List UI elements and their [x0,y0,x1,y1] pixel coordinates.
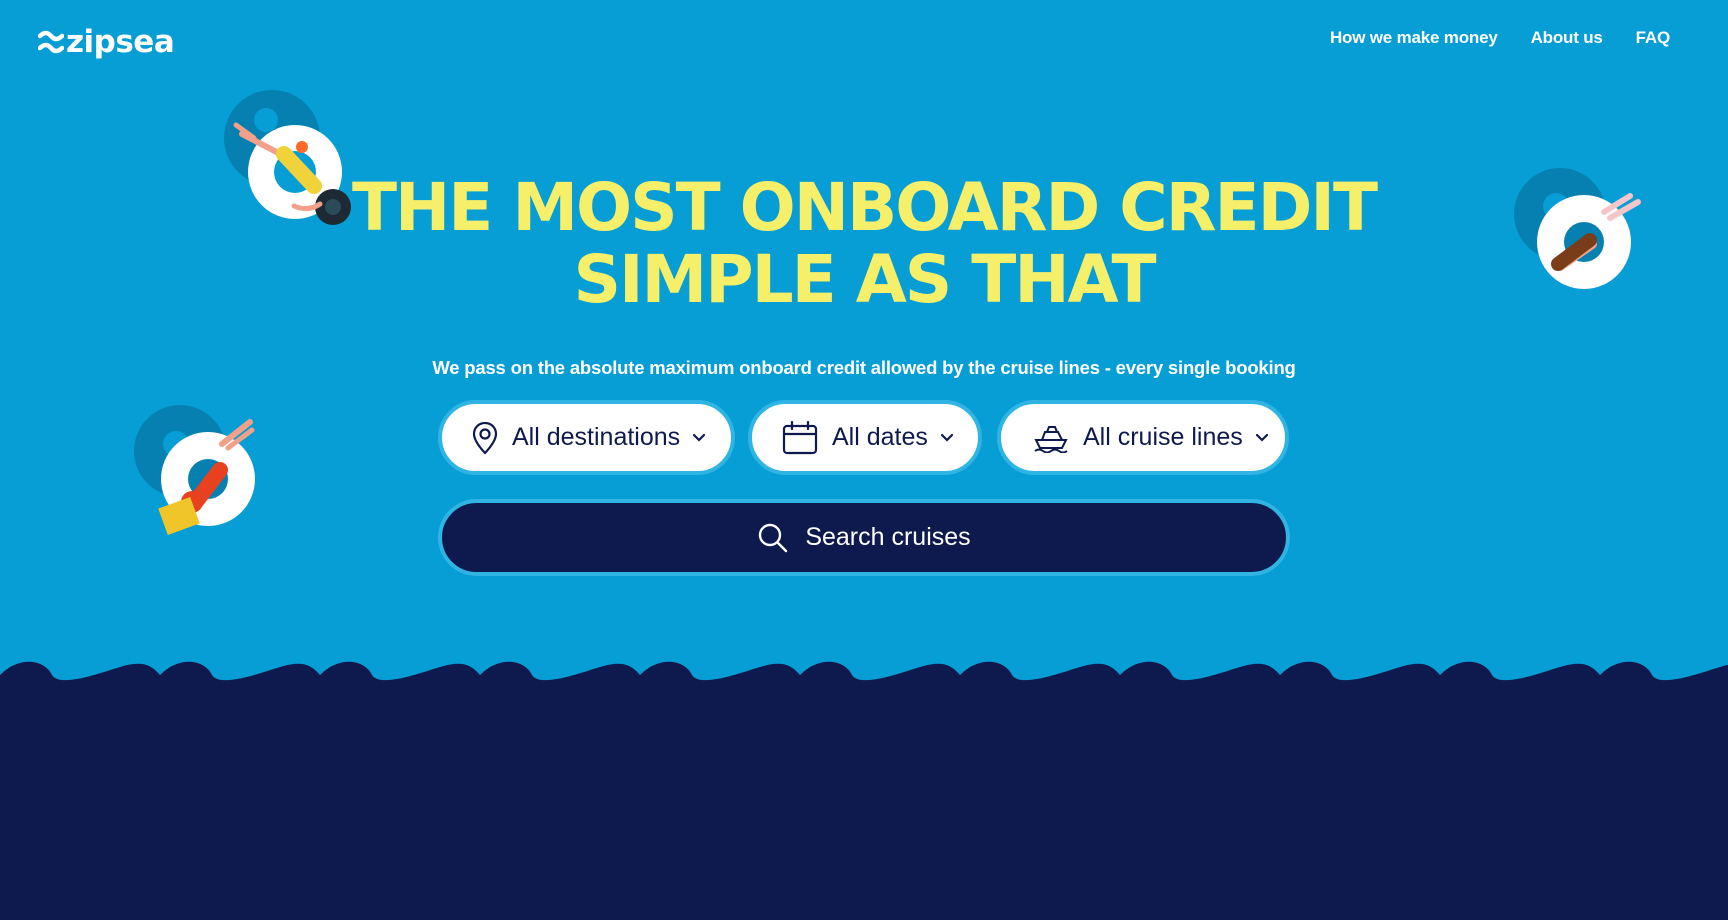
cruise-lines-filter[interactable]: All cruise lines [997,400,1289,475]
ship-icon [1034,425,1068,453]
chevron-down-icon [693,433,706,442]
ocean-wave [0,661,1728,920]
destination-filter-label: All destinations [512,423,681,451]
cruise-lines-filter-label: All cruise lines [1083,423,1243,451]
reader-ring-illustration [134,405,255,535]
nav-how-we-make-money[interactable]: How we make money [1330,28,1498,48]
hero-headline: THE MOST ONBOARD CREDIT SIMPLE AS THAT [0,172,1728,316]
map-pin-icon [472,421,498,455]
destination-filter[interactable]: All destinations [438,400,735,475]
nav-about-us[interactable]: About us [1531,28,1603,48]
chevron-down-icon [1255,433,1268,442]
top-nav: How we make money About us FAQ [1330,28,1670,48]
hero-subtitle: We pass on the absolute maximum onboard … [432,357,1296,378]
logo[interactable]: zipsea [38,23,175,60]
dates-filter-label: All dates [832,423,928,451]
search-cruises-label: Search cruises [805,523,971,551]
calendar-icon [782,420,818,454]
search-icon [759,523,788,552]
headline-line-2: SIMPLE AS THAT [573,241,1156,318]
zipsea-logo-icon [38,30,64,54]
brand-name: zipsea [66,23,175,60]
search-cruises-button[interactable]: Search cruises [438,499,1290,576]
nav-faq[interactable]: FAQ [1636,28,1671,48]
dates-filter[interactable]: All dates [748,400,982,475]
headline-line-1: THE MOST ONBOARD CREDIT [352,169,1378,246]
chevron-down-icon [940,433,953,442]
